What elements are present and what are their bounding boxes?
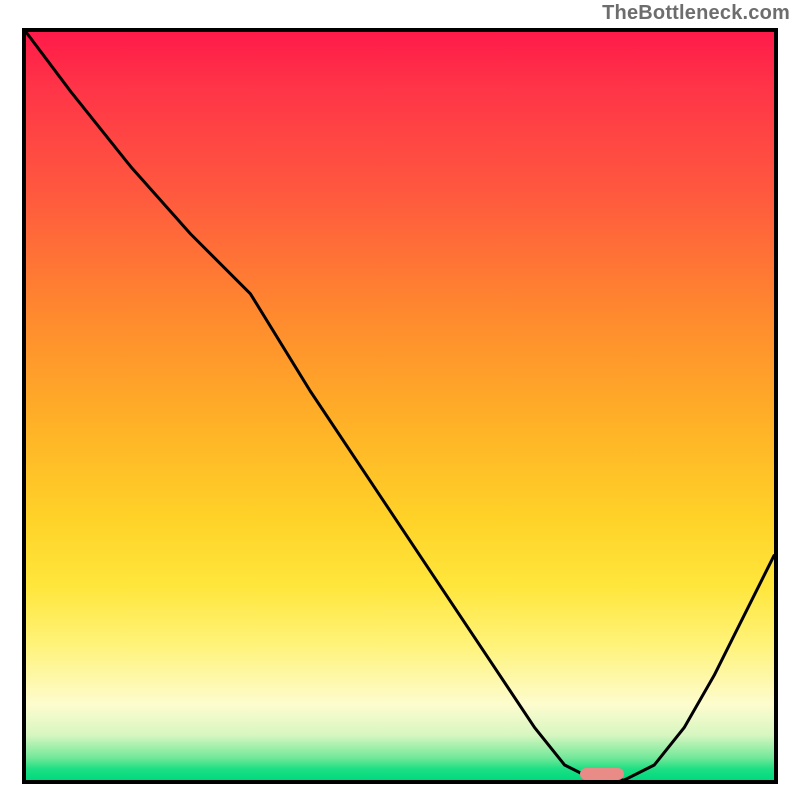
bottleneck-curve-path bbox=[26, 32, 774, 780]
watermark-text: TheBottleneck.com bbox=[602, 2, 790, 25]
chart-curve-svg bbox=[26, 32, 774, 780]
page-root: TheBottleneck.com bbox=[0, 0, 800, 800]
chart-plot-area bbox=[22, 28, 778, 784]
optimal-point-marker bbox=[580, 768, 625, 780]
